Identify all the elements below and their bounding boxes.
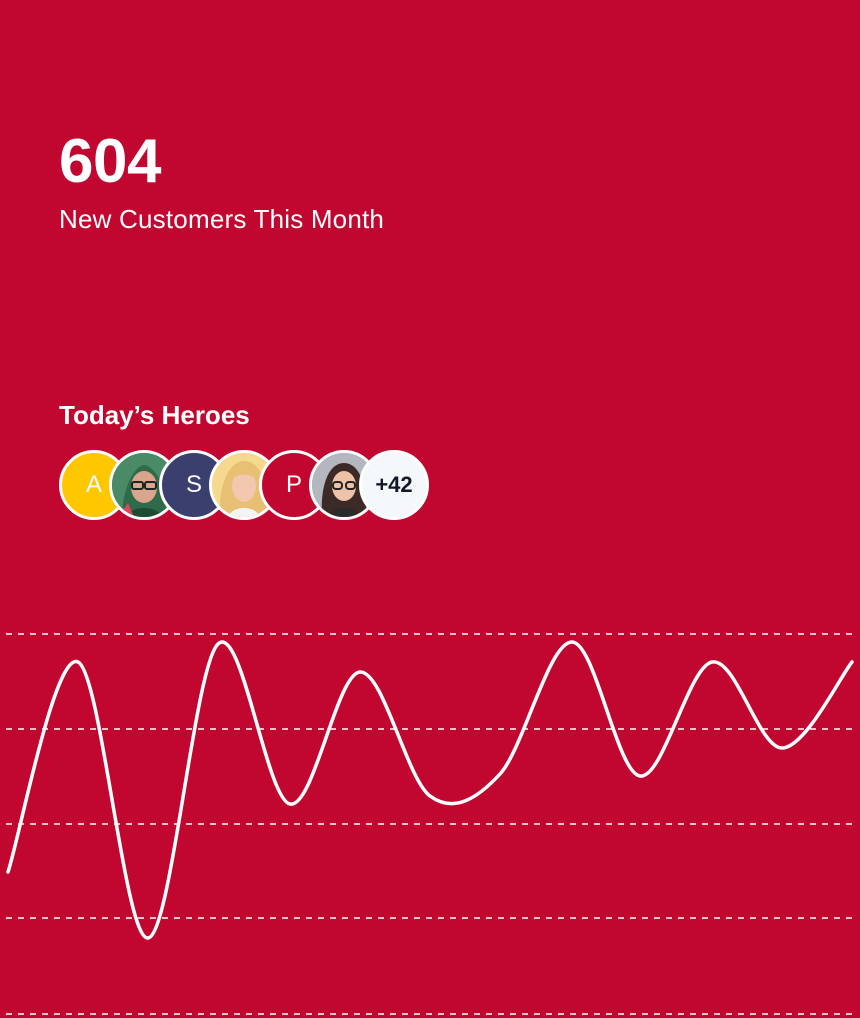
chart-gridlines (6, 633, 854, 1015)
trend-line (6, 640, 854, 940)
avatar-initial: S (185, 471, 202, 498)
customers-trend-chart (6, 633, 854, 1015)
avatar-initial: A (85, 471, 102, 498)
heroes-avatar-group: A S P +42 (59, 450, 439, 520)
customers-card: 604 New Customers This Month Today’s Her… (0, 0, 860, 1018)
new-customers-count: 604 (59, 127, 161, 196)
new-customers-label: New Customers This Month (59, 204, 385, 234)
avatar-initial: P (285, 471, 302, 498)
avatar-more-count[interactable]: +42 (359, 450, 429, 520)
heroes-title: Today’s Heroes (59, 400, 250, 430)
more-count-label: +42 (375, 472, 413, 497)
